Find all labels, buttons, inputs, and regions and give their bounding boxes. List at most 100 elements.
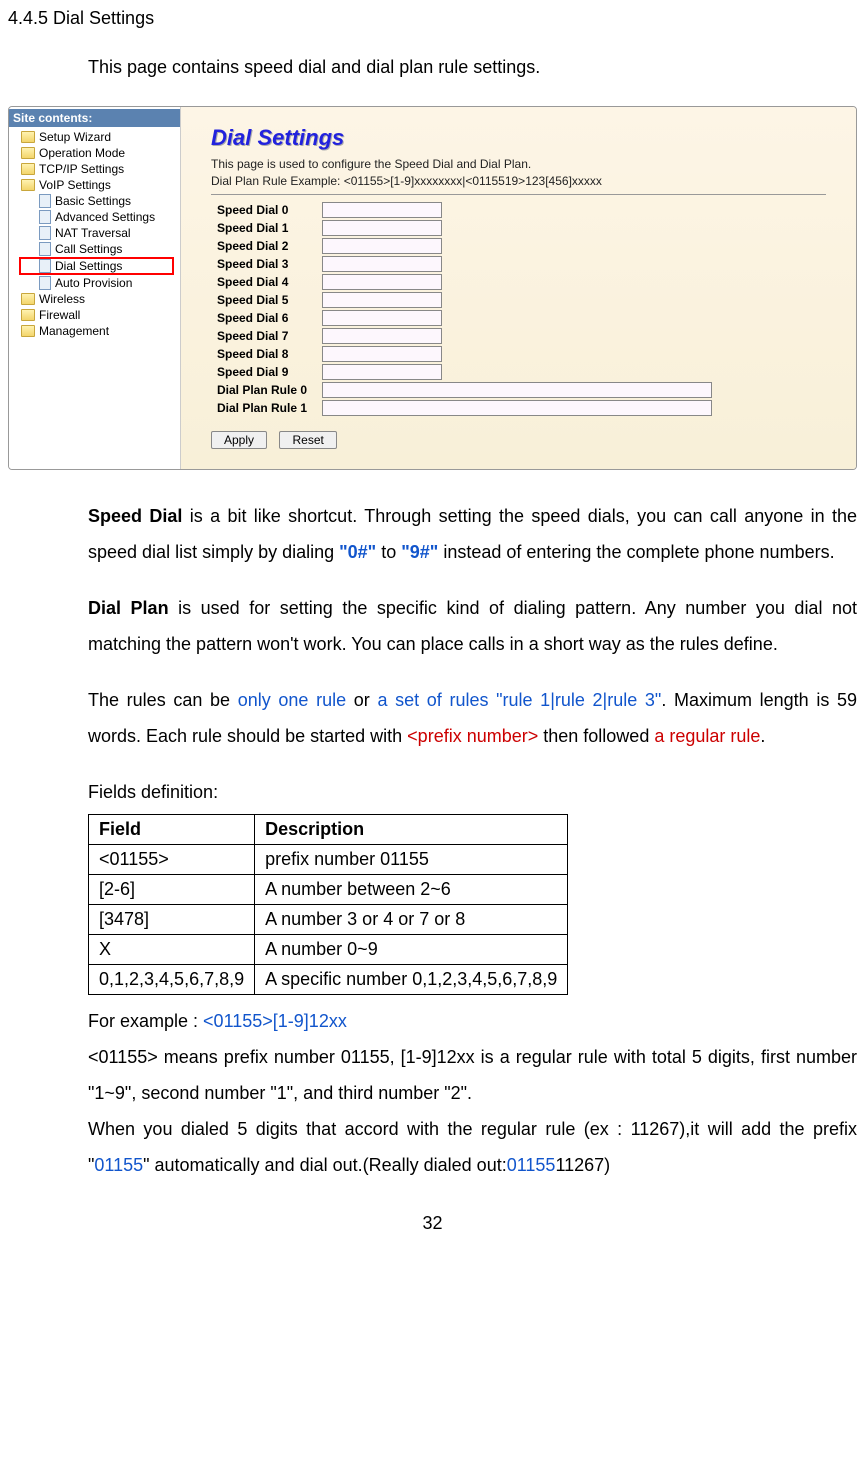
sidebar-item-label: Call Settings bbox=[55, 242, 122, 256]
prefix-number: <prefix number> bbox=[407, 726, 538, 746]
sidebar-item[interactable]: Firewall bbox=[13, 307, 180, 323]
form-row: Speed Dial 0 bbox=[211, 201, 713, 219]
sidebar-item-label: Firewall bbox=[39, 308, 80, 322]
page-icon bbox=[39, 210, 51, 224]
sidebar-item-label: NAT Traversal bbox=[55, 226, 131, 240]
form-label: Speed Dial 2 bbox=[211, 237, 321, 255]
table-row: [2-6]A number between 2~6 bbox=[89, 874, 568, 904]
sidebar-item-label: Management bbox=[39, 324, 109, 338]
example-rule: <01155>[1-9]12xx bbox=[203, 1011, 347, 1031]
sidebar-item-label: VoIP Settings bbox=[39, 178, 111, 192]
form-row: Speed Dial 4 bbox=[211, 273, 713, 291]
sidebar-tree: Setup WizardOperation ModeTCP/IP Setting… bbox=[9, 127, 180, 339]
form-cell bbox=[321, 327, 713, 345]
sidebar-item[interactable]: VoIP Settings bbox=[13, 177, 180, 193]
form-cell bbox=[321, 363, 713, 381]
speed-dial-term: Speed Dial bbox=[88, 506, 182, 526]
sidebar-item[interactable]: Dial Settings bbox=[19, 257, 174, 275]
sidebar-item[interactable]: Advanced Settings bbox=[13, 209, 180, 225]
form-row: Speed Dial 1 bbox=[211, 219, 713, 237]
desc-cell: prefix number 01155 bbox=[255, 844, 568, 874]
form-row: Speed Dial 6 bbox=[211, 309, 713, 327]
form-cell bbox=[321, 345, 713, 363]
form-cell bbox=[321, 273, 713, 291]
sidebar-item-label: TCP/IP Settings bbox=[39, 162, 124, 176]
text-input[interactable] bbox=[322, 328, 442, 344]
text-input[interactable] bbox=[322, 238, 442, 254]
text: to bbox=[376, 542, 401, 562]
form-cell bbox=[321, 237, 713, 255]
sidebar-item[interactable]: Operation Mode bbox=[13, 145, 180, 161]
text: instead of entering the complete phone n… bbox=[438, 542, 834, 562]
reset-button[interactable]: Reset bbox=[279, 431, 336, 449]
sidebar-item-label: Setup Wizard bbox=[39, 130, 111, 144]
folder-icon bbox=[21, 163, 35, 175]
desc-cell: A number 3 or 4 or 7 or 8 bbox=[255, 904, 568, 934]
sidebar-item[interactable]: NAT Traversal bbox=[13, 225, 180, 241]
text-input[interactable] bbox=[322, 310, 442, 326]
page-icon bbox=[39, 259, 51, 273]
desc-cell: A number 0~9 bbox=[255, 934, 568, 964]
sidebar-item-label: Advanced Settings bbox=[55, 210, 155, 224]
section-heading: 4.4.5 Dial Settings bbox=[8, 8, 857, 29]
page-icon bbox=[39, 226, 51, 240]
page-icon bbox=[39, 242, 51, 256]
sidebar-item[interactable]: Setup Wizard bbox=[13, 129, 180, 145]
sidebar-item[interactable]: Call Settings bbox=[13, 241, 180, 257]
form-cell bbox=[321, 309, 713, 327]
sidebar-item[interactable]: TCP/IP Settings bbox=[13, 161, 180, 177]
header-field: Field bbox=[89, 814, 255, 844]
panel-desc: This page is used to configure the Speed… bbox=[211, 157, 826, 171]
example-lead: For example : bbox=[88, 1011, 203, 1031]
form-cell bbox=[321, 201, 713, 219]
table-row: [3478]A number 3 or 4 or 7 or 8 bbox=[89, 904, 568, 934]
folder-icon bbox=[21, 293, 35, 305]
form-label: Speed Dial 3 bbox=[211, 255, 321, 273]
form-row: Speed Dial 8 bbox=[211, 345, 713, 363]
folder-icon bbox=[21, 179, 35, 191]
dial-plan-paragraph: Dial Plan is used for setting the specif… bbox=[88, 590, 857, 662]
text-input[interactable] bbox=[322, 292, 442, 308]
text-input[interactable] bbox=[322, 220, 442, 236]
folder-icon bbox=[21, 309, 35, 321]
form-label: Speed Dial 8 bbox=[211, 345, 321, 363]
form-table: Speed Dial 0Speed Dial 1Speed Dial 2Spee… bbox=[211, 201, 713, 417]
text-input[interactable] bbox=[322, 364, 442, 380]
form-label: Speed Dial 0 bbox=[211, 201, 321, 219]
regular-rule: a regular rule bbox=[654, 726, 760, 746]
text-input[interactable] bbox=[322, 256, 442, 272]
text: The rules can be bbox=[88, 690, 238, 710]
one-rule: only one rule bbox=[238, 690, 346, 710]
desc-cell: A specific number 0,1,2,3,4,5,6,7,8,9 bbox=[255, 964, 568, 994]
sidebar-item-label: Auto Provision bbox=[55, 276, 132, 290]
form-cell bbox=[321, 291, 713, 309]
text-input[interactable] bbox=[322, 202, 442, 218]
form-label: Speed Dial 1 bbox=[211, 219, 321, 237]
text-input[interactable] bbox=[322, 400, 712, 416]
nine-hash: "9#" bbox=[401, 542, 438, 562]
text-input[interactable] bbox=[322, 382, 712, 398]
folder-icon bbox=[21, 131, 35, 143]
sidebar-item[interactable]: Management bbox=[13, 323, 180, 339]
field-cell: [3478] bbox=[89, 904, 255, 934]
example-block: For example : <01155>[1-9]12xx <01155> m… bbox=[88, 1003, 857, 1183]
settings-screenshot: Site contents: Setup WizardOperation Mod… bbox=[8, 106, 857, 470]
sidebar-item[interactable]: Wireless bbox=[13, 291, 180, 307]
sidebar-item[interactable]: Basic Settings bbox=[13, 193, 180, 209]
page-icon bbox=[39, 194, 51, 208]
sidebar-item-label: Basic Settings bbox=[55, 194, 131, 208]
form-cell bbox=[321, 381, 713, 399]
example-dial-c: " automatically and dial out.(Really dia… bbox=[143, 1155, 507, 1175]
apply-button[interactable]: Apply bbox=[211, 431, 267, 449]
form-row: Dial Plan Rule 0 bbox=[211, 381, 713, 399]
sidebar-item[interactable]: Auto Provision bbox=[13, 275, 180, 291]
text: . bbox=[760, 726, 765, 746]
dial-plan-term: Dial Plan bbox=[88, 598, 169, 618]
definition-table: Field Description <01155>prefix number 0… bbox=[88, 814, 568, 995]
text-input[interactable] bbox=[322, 346, 442, 362]
button-row: Apply Reset bbox=[211, 431, 826, 449]
text-input[interactable] bbox=[322, 274, 442, 290]
form-row: Speed Dial 9 bbox=[211, 363, 713, 381]
form-label: Dial Plan Rule 0 bbox=[211, 381, 321, 399]
panel-title: Dial Settings bbox=[211, 125, 826, 151]
